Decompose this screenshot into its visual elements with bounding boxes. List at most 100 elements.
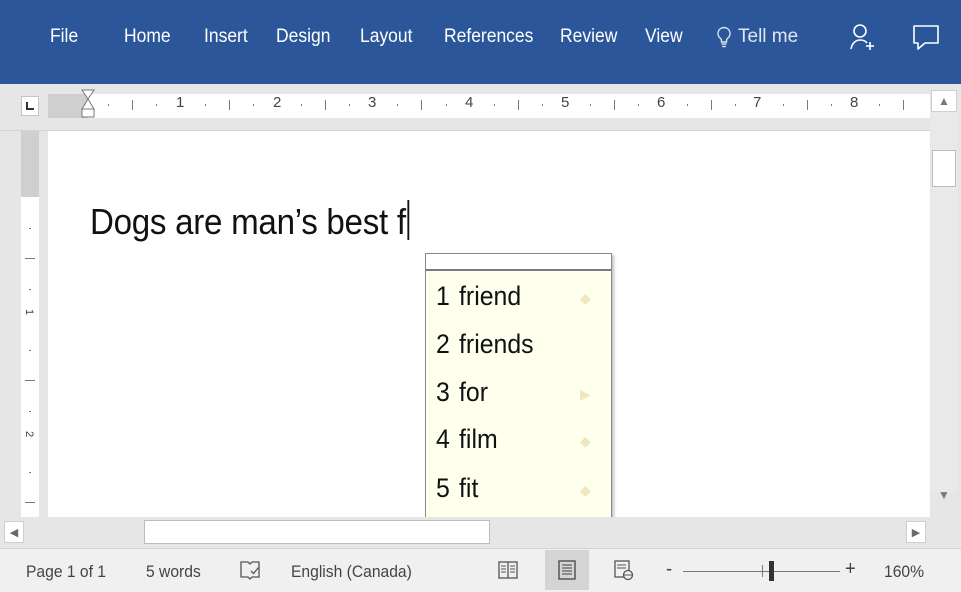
tab-layout[interactable]: Layout (360, 26, 412, 48)
suggestion-word: fit (459, 473, 479, 503)
ruler-tick (807, 100, 808, 110)
ruler-tick (831, 104, 832, 106)
tab-home[interactable]: Home (124, 26, 171, 48)
ruler-tick (108, 104, 109, 106)
language-indicator[interactable]: English (Canada) (291, 562, 412, 582)
ruler-tick (301, 104, 302, 106)
vertical-ruler-tick (29, 228, 31, 229)
ruler-number: 7 (753, 94, 762, 111)
ruler-tick (638, 104, 639, 106)
ruler-tick (687, 104, 688, 106)
ruler-tick (229, 100, 230, 110)
vertical-ruler-tick (29, 289, 31, 290)
ruler-tick (614, 100, 615, 110)
vertical-scroll-thumb[interactable] (932, 150, 956, 187)
ruler-tick (205, 104, 206, 106)
person-plus-icon[interactable] (848, 22, 878, 52)
ruler-tick (590, 104, 591, 106)
left-tab-icon (26, 102, 34, 110)
scroll-up-button[interactable]: ▲ (931, 90, 957, 112)
vertical-ruler-tick (29, 411, 31, 412)
suggestion-item[interactable]: 1 friend (436, 281, 588, 312)
tab-view[interactable]: View (645, 26, 683, 48)
vertical-ruler-tick (29, 472, 31, 473)
vertical-ruler-tick (25, 258, 35, 259)
ruler-number: 6 (657, 94, 666, 111)
ruler-tick (903, 100, 904, 110)
tab-references[interactable]: References (444, 26, 533, 48)
arrow-up-icon: ▲ (938, 94, 950, 108)
tell-me-search[interactable]: Tell me (716, 26, 798, 48)
ruler-tick (542, 104, 543, 106)
ruler-tick (735, 104, 736, 106)
suggestion-item[interactable]: 2 friends (436, 329, 588, 360)
ruler-tick (421, 100, 422, 110)
ruler-tick (156, 104, 157, 106)
suggestion-item[interactable]: 5 fit (436, 473, 588, 504)
diamond-icon: ◆ (580, 290, 591, 306)
horizontal-scroll-thumb[interactable] (144, 520, 490, 544)
arrow-right-icon: ▶ (911, 526, 921, 539)
ribbon-tabs: File Home Insert Design Layout Reference… (0, 0, 961, 84)
print-layout-icon[interactable] (556, 558, 578, 582)
ruler-number: 4 (465, 94, 474, 111)
status-bar (0, 548, 961, 592)
ruler-number: 1 (176, 94, 185, 111)
text-caret (407, 200, 410, 240)
zoom-out-button[interactable]: - (666, 558, 672, 581)
ribbon-bar: File Home Insert Design Layout Reference… (0, 0, 961, 84)
triangle-right-icon: ▶ (580, 386, 591, 402)
suggestion-item[interactable]: 3 for (436, 377, 588, 408)
vertical-ruler-number: 1 (23, 308, 36, 316)
ruler-tick (132, 100, 133, 110)
indent-markers[interactable] (80, 88, 96, 132)
ruler-tick (253, 104, 254, 106)
tab-file[interactable]: File (50, 26, 78, 48)
vertical-ruler-tick (25, 380, 35, 381)
document-text-line[interactable]: Dogs are man’s best f (90, 200, 410, 243)
suggestion-index: 1 (436, 281, 450, 311)
book-check-icon[interactable] (239, 558, 261, 582)
zoom-slider-center-mark (762, 565, 763, 577)
vertical-ruler-tick (29, 350, 31, 351)
suggestion-word: film (459, 424, 498, 454)
ruler-tick (518, 100, 519, 110)
zoom-level[interactable]: 160% (884, 562, 924, 582)
scroll-left-button[interactable]: ◀ (4, 521, 24, 543)
suggestion-item[interactable]: 4 film (436, 424, 588, 455)
ruler-tick (711, 100, 712, 110)
scroll-down-button[interactable]: ▼ (931, 484, 957, 506)
read-mode-icon[interactable] (497, 558, 519, 582)
web-layout-icon[interactable] (613, 558, 635, 582)
tab-design[interactable]: Design (276, 26, 330, 48)
word-count[interactable]: 5 words (146, 562, 201, 582)
suggestion-index: 3 (436, 377, 450, 407)
ruler-tick (446, 104, 447, 106)
suggestion-index: 4 (436, 424, 450, 454)
tab-selector[interactable] (21, 96, 39, 116)
scroll-right-button[interactable]: ▶ (906, 521, 926, 543)
vertical-ruler-top-margin (21, 131, 39, 197)
ruler-number: 8 (850, 94, 859, 111)
vertical-ruler-number: 2 (23, 430, 36, 438)
ruler-number: 3 (368, 94, 377, 111)
ruler-number: 5 (561, 94, 570, 111)
zoom-in-button[interactable]: + (845, 558, 856, 581)
diamond-icon: ◆ (580, 433, 591, 449)
arrow-left-icon: ◀ (9, 526, 19, 539)
suggestion-word: for (459, 377, 489, 407)
ruler-tick (325, 100, 326, 110)
ruler-number: 2 (273, 94, 282, 111)
comment-icon[interactable] (911, 22, 941, 52)
tab-review[interactable]: Review (560, 26, 617, 48)
zoom-slider-thumb[interactable] (769, 561, 774, 581)
tab-insert[interactable]: Insert (204, 26, 248, 48)
arrow-down-icon: ▼ (938, 488, 950, 502)
ruler-tick (783, 104, 784, 106)
page-count[interactable]: Page 1 of 1 (26, 562, 106, 582)
tell-me-label: Tell me (738, 26, 799, 47)
horizontal-ruler[interactable] (0, 84, 961, 131)
vertical-ruler-tick (25, 502, 35, 503)
ruler-tick (397, 104, 398, 106)
ruler-tick (879, 104, 880, 106)
